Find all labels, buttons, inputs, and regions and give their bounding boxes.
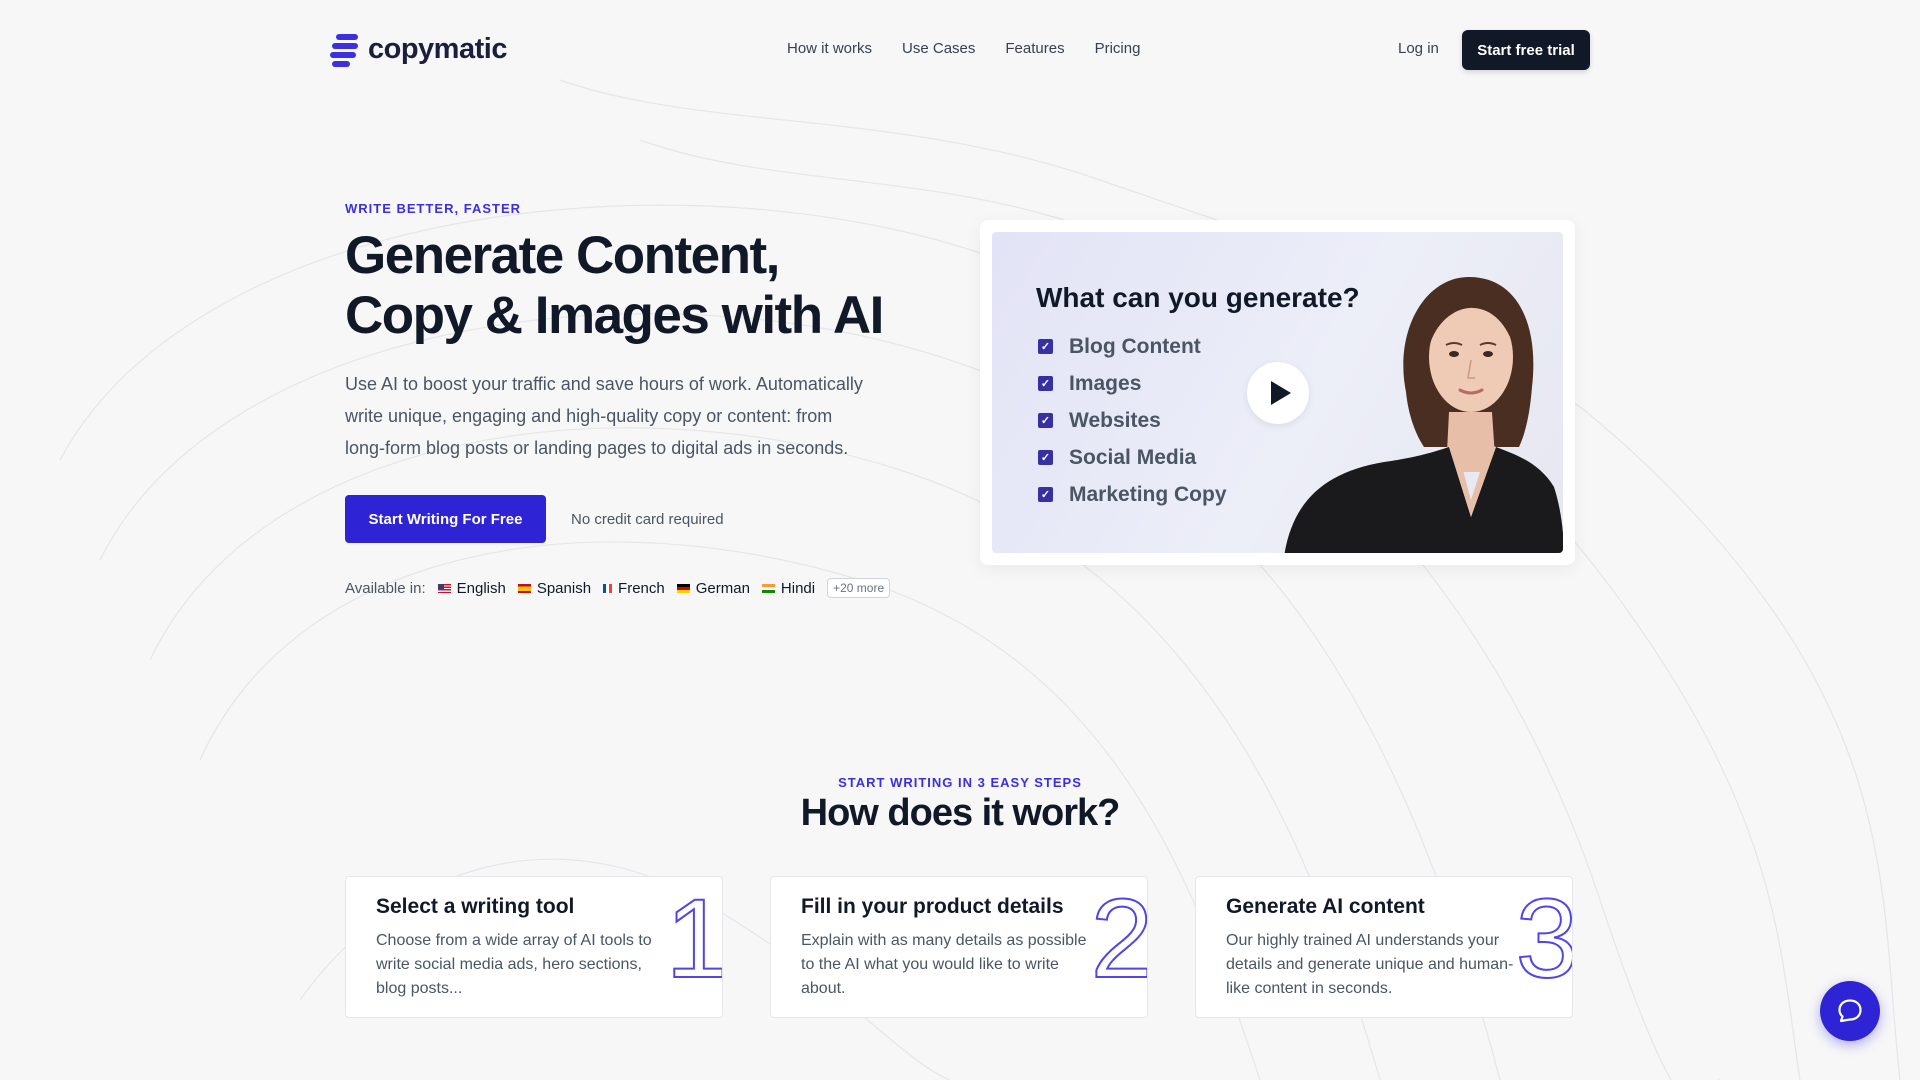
step-card-1: Select a writing tool Choose from a wide… xyxy=(345,876,723,1018)
chat-button[interactable] xyxy=(1820,981,1880,1041)
nav-link-features[interactable]: Features xyxy=(1005,40,1064,57)
list-item-label: Social Media xyxy=(1069,445,1197,469)
available-languages: Available in: English Spanish French Ger… xyxy=(345,578,891,598)
step-title: Fill in your product details xyxy=(801,895,1064,918)
nav-link-use-cases[interactable]: Use Cases xyxy=(902,40,975,57)
hero-title: Generate Content, Copy & Images with AI xyxy=(345,226,945,346)
more-languages-badge[interactable]: +20 more xyxy=(827,578,891,598)
step-card-2: Fill in your product details Explain wit… xyxy=(770,876,1148,1018)
checkbox-icon: ✓ xyxy=(1038,413,1053,428)
list-item-label: Marketing Copy xyxy=(1069,482,1227,506)
hero-subtitle: Use AI to boost your traffic and save ho… xyxy=(345,374,863,458)
list-item: ✓ Blog Content xyxy=(1038,328,1227,365)
spain-flag-icon xyxy=(517,583,531,593)
no-credit-card-note: No credit card required xyxy=(571,511,724,528)
checkbox-icon: ✓ xyxy=(1038,487,1053,502)
presenter-photo xyxy=(1284,277,1563,553)
copymatic-logo[interactable]: copymatic xyxy=(330,32,507,67)
checkbox-icon: ✓ xyxy=(1038,376,1053,391)
start-free-trial-button[interactable]: Start free trial xyxy=(1462,30,1590,70)
nav-links: How it works Use Cases Features Pricing xyxy=(787,40,1140,57)
language-spanish: Spanish xyxy=(517,579,592,597)
step-title: Select a writing tool xyxy=(376,895,575,918)
list-item-label: Images xyxy=(1069,371,1142,395)
language-german: German xyxy=(676,579,750,597)
how-title: How does it work? xyxy=(800,792,1121,834)
list-item: ✓ Websites xyxy=(1038,402,1227,439)
language-label: French xyxy=(618,579,665,597)
language-label: English xyxy=(456,579,506,597)
list-item: ✓ Marketing Copy xyxy=(1038,476,1227,513)
play-icon xyxy=(1270,381,1291,405)
demo-video-card[interactable]: What can you generate? ✓ Blog Content ✓ Im… xyxy=(980,220,1575,565)
step-text: Our highly trained AI understands your d… xyxy=(1226,932,1514,997)
checkbox-icon: ✓ xyxy=(1038,339,1053,354)
step-number: 1 xyxy=(665,876,723,1001)
hero-eyebrow: WRITE BETTER, FASTER xyxy=(345,201,521,216)
step-text: Choose from a wide array of AI tools to … xyxy=(376,932,652,997)
top-nav: copymatic How it works Use Cases Feature… xyxy=(0,0,1920,100)
available-label: Available in: xyxy=(345,579,426,597)
hero-title-line-1: Generate Content, xyxy=(345,226,780,285)
hero-title-line-2: Copy & Images with AI xyxy=(345,286,884,345)
play-button[interactable] xyxy=(1247,362,1309,424)
us-flag-icon xyxy=(437,583,451,593)
checkbox-icon: ✓ xyxy=(1038,450,1053,465)
india-flag-icon xyxy=(761,583,775,593)
step-number: 2 xyxy=(1090,876,1148,1001)
list-item-label: Websites xyxy=(1069,408,1161,432)
language-label: Spanish xyxy=(536,579,592,597)
how-eyebrow: START WRITING IN 3 EASY STEPS xyxy=(838,775,1082,790)
start-writing-button[interactable]: Start Writing For Free xyxy=(345,495,546,543)
login-link[interactable]: Log in xyxy=(1398,40,1439,57)
list-item: ✓ Social Media xyxy=(1038,439,1227,476)
list-item: ✓ Images xyxy=(1038,365,1227,402)
step-title: Generate AI content xyxy=(1226,895,1425,918)
step-number: 3 xyxy=(1515,876,1573,1001)
language-label: Hindi xyxy=(780,579,816,597)
language-english: English xyxy=(437,579,506,597)
video-thumbnail[interactable]: What can you generate? ✓ Blog Content ✓ Im… xyxy=(992,232,1563,553)
language-french: French xyxy=(603,580,665,597)
logo-mark-icon xyxy=(330,32,360,67)
germany-flag-icon xyxy=(676,583,690,593)
nav-link-how-it-works[interactable]: How it works xyxy=(787,40,872,57)
nav-link-pricing[interactable]: Pricing xyxy=(1095,40,1141,57)
step-text: Explain with as many details as possible… xyxy=(801,932,1087,997)
step-card-3: Generate AI content Our highly trained A… xyxy=(1195,876,1573,1018)
chat-bubble-icon xyxy=(1838,999,1862,1023)
language-hindi: Hindi xyxy=(761,579,816,597)
generate-list: ✓ Blog Content ✓ Images ✓ Websites ✓ Social … xyxy=(1038,328,1227,513)
list-item-label: Blog Content xyxy=(1069,334,1201,358)
logo-text: copymatic xyxy=(368,32,507,65)
language-label: German xyxy=(695,579,750,597)
france-flag-icon xyxy=(603,583,613,593)
